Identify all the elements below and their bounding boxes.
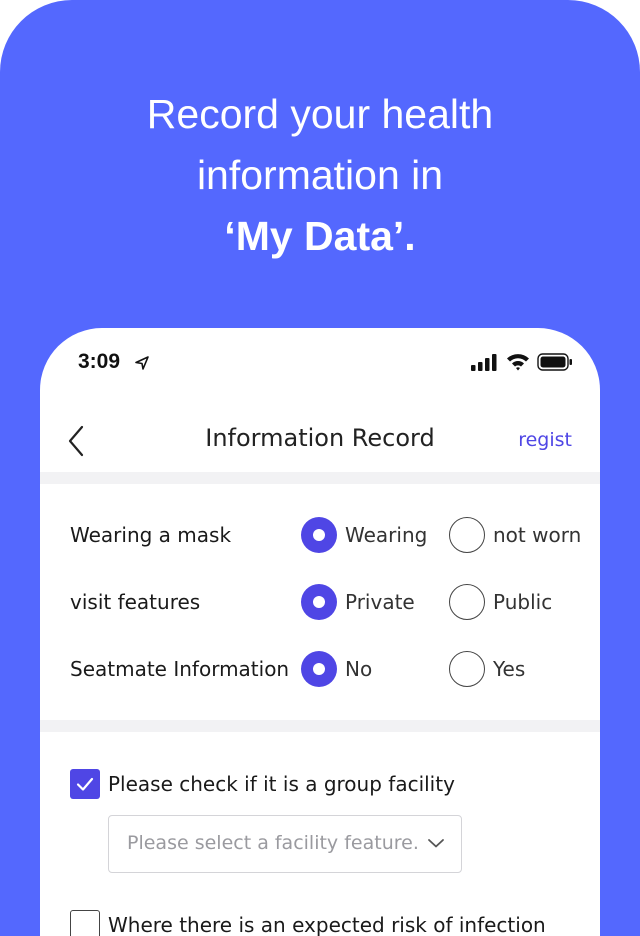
group-facility-checkbox[interactable] bbox=[70, 769, 100, 799]
mask-option-not-worn-label: not worn bbox=[493, 523, 582, 547]
radio-selected-icon[interactable] bbox=[301, 651, 337, 687]
section-divider bbox=[40, 720, 600, 732]
regist-button[interactable]: regist bbox=[518, 429, 572, 451]
battery-icon bbox=[537, 353, 572, 371]
status-time: 3:09 bbox=[78, 350, 121, 373]
seatmate-question-row: Seatmate Information No Yes bbox=[40, 647, 600, 691]
facility-feature-select[interactable]: Please select a facility feature. bbox=[108, 815, 462, 873]
chevron-down-icon bbox=[428, 839, 444, 848]
checkmark-icon bbox=[76, 777, 94, 791]
infection-risk-checkbox[interactable] bbox=[70, 910, 100, 936]
navigation-bar: Information Record regist bbox=[40, 408, 600, 472]
headline-line-2: information in bbox=[196, 152, 444, 198]
promo-background: Record your health information in ‘My Da… bbox=[0, 0, 640, 936]
headline-line-3: ‘My Data’. bbox=[224, 213, 416, 259]
visit-option-public-label: Public bbox=[493, 590, 553, 614]
headline-line-1: Record your health bbox=[146, 91, 494, 137]
radio-unselected-icon[interactable] bbox=[449, 651, 485, 687]
radio-selected-icon[interactable] bbox=[301, 517, 337, 553]
mask-question-row: Wearing a mask Wearing not worn bbox=[40, 513, 600, 557]
infection-risk-label: Where there is an expected risk of infec… bbox=[108, 913, 546, 936]
facility-feature-placeholder: Please select a facility feature. bbox=[127, 832, 419, 854]
group-facility-label: Please check if it is a group facility bbox=[108, 772, 455, 796]
section-divider bbox=[40, 472, 600, 484]
page-title: Information Record bbox=[205, 424, 435, 452]
visit-option-private-label: Private bbox=[345, 590, 415, 614]
mask-question-label: Wearing a mask bbox=[70, 523, 232, 547]
mask-option-wearing-label: Wearing bbox=[345, 523, 428, 547]
radio-unselected-icon[interactable] bbox=[449, 517, 485, 553]
promo-headline: Record your health information in ‘My Da… bbox=[0, 84, 640, 267]
radio-selected-icon[interactable] bbox=[301, 584, 337, 620]
group-facility-checkbox-row[interactable]: Please check if it is a group facility bbox=[70, 769, 580, 801]
seatmate-question-label: Seatmate Information bbox=[70, 657, 290, 681]
status-bar: 3:09 bbox=[40, 328, 600, 398]
phone-screen: 3:09 Information Record regist Wearing a… bbox=[40, 328, 600, 936]
infection-risk-checkbox-row[interactable]: Where there is an expected risk of infec… bbox=[70, 910, 580, 936]
seatmate-option-no-label: No bbox=[345, 657, 373, 681]
visit-question-row: visit features Private Public bbox=[40, 580, 600, 624]
radio-unselected-icon[interactable] bbox=[449, 584, 485, 620]
signal-icon bbox=[471, 354, 497, 371]
location-arrow-icon bbox=[135, 356, 149, 370]
wifi-icon bbox=[507, 354, 529, 371]
seatmate-option-yes-label: Yes bbox=[493, 657, 526, 681]
visit-question-label: visit features bbox=[70, 590, 201, 614]
